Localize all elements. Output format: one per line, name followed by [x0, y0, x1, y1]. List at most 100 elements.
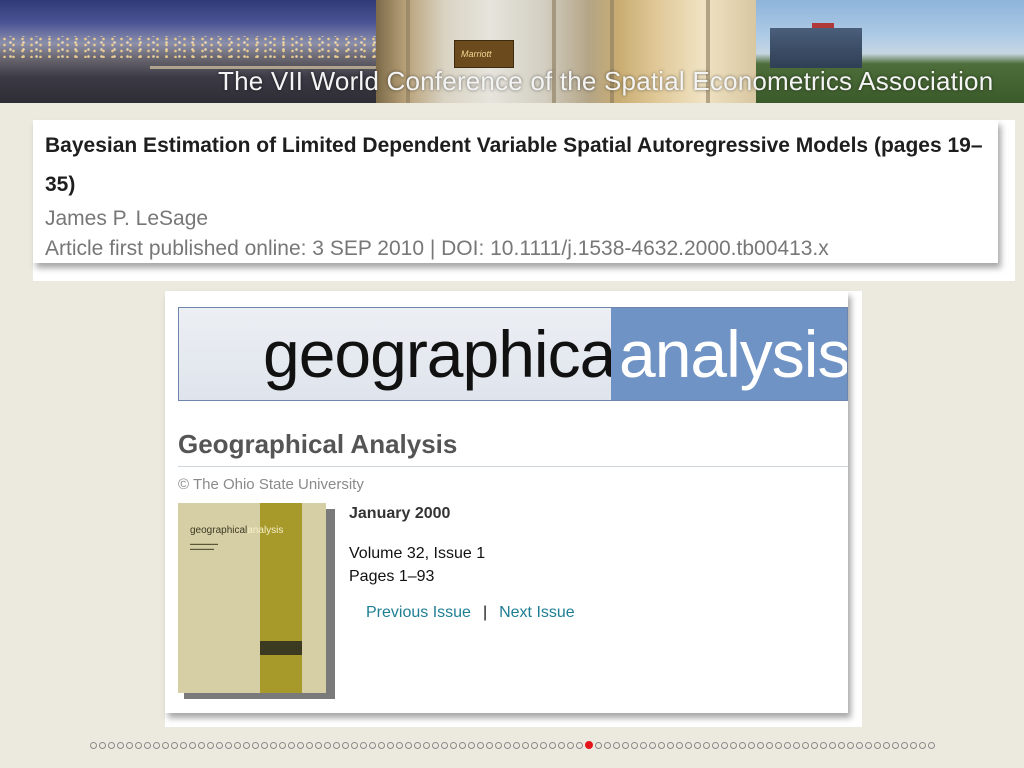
slide-dot[interactable] [431, 741, 439, 749]
slide-dot[interactable] [864, 741, 872, 749]
slide-dot[interactable] [909, 741, 917, 749]
slide-dot[interactable] [512, 741, 520, 749]
slide-dot[interactable] [197, 741, 205, 749]
slide-dot[interactable] [179, 741, 187, 749]
slide-dot[interactable] [720, 741, 728, 749]
slide-dot[interactable] [314, 741, 322, 749]
slide-dot[interactable] [792, 741, 800, 749]
slide-dot[interactable] [287, 741, 295, 749]
slide-dot[interactable] [630, 741, 638, 749]
slide-dot[interactable] [503, 741, 511, 749]
slide-dot[interactable] [251, 741, 259, 749]
slide-dot[interactable] [693, 741, 701, 749]
slide-dot[interactable] [269, 741, 277, 749]
slide-dot[interactable] [152, 741, 160, 749]
slide-dot[interactable] [657, 741, 665, 749]
slide-dot[interactable] [476, 741, 484, 749]
next-issue-link[interactable]: Next Issue [499, 604, 575, 621]
slide-dot[interactable] [242, 741, 250, 749]
slide-dot[interactable] [107, 741, 115, 749]
slide-dot[interactable] [98, 741, 106, 749]
slide-dot[interactable] [467, 741, 475, 749]
slide-dot[interactable] [530, 741, 538, 749]
slide-dot[interactable] [449, 741, 457, 749]
article-author[interactable]: James P. LeSage [45, 204, 998, 234]
slide-dot[interactable] [161, 741, 169, 749]
slide-dot[interactable] [395, 741, 403, 749]
slide-dot[interactable] [765, 741, 773, 749]
slide-dot[interactable] [575, 741, 583, 749]
cover-issue-label [260, 641, 302, 655]
slide-dot[interactable] [521, 741, 529, 749]
slide-dot[interactable] [738, 741, 746, 749]
slide-dot[interactable] [873, 741, 881, 749]
slide-dot[interactable] [143, 741, 151, 749]
slide-dot[interactable] [332, 741, 340, 749]
slide-dot[interactable] [134, 741, 142, 749]
slide-dot[interactable] [900, 741, 908, 749]
slide-dot[interactable] [359, 741, 367, 749]
slide-dot[interactable] [548, 741, 556, 749]
slide-dot[interactable] [188, 741, 196, 749]
slide-dot[interactable] [89, 741, 97, 749]
slide-dot[interactable] [539, 741, 547, 749]
slide-dot[interactable] [756, 741, 764, 749]
slide-dot-current[interactable] [584, 741, 593, 749]
slide-dot[interactable] [801, 741, 809, 749]
slide-dot[interactable] [711, 741, 719, 749]
slide-dot[interactable] [413, 741, 421, 749]
slide-dot[interactable] [206, 741, 214, 749]
slide-dot[interactable] [485, 741, 493, 749]
slide-dot[interactable] [377, 741, 385, 749]
slide-dot[interactable] [819, 741, 827, 749]
slide-dot[interactable] [783, 741, 791, 749]
slide-dot[interactable] [233, 741, 241, 749]
slide-dot[interactable] [260, 741, 268, 749]
slide-dot[interactable] [675, 741, 683, 749]
slide-dot[interactable] [747, 741, 755, 749]
slide-dot[interactable] [729, 741, 737, 749]
slide-dot[interactable] [422, 741, 430, 749]
slide-dot[interactable] [882, 741, 890, 749]
slide-dot[interactable] [846, 741, 854, 749]
slide-dot[interactable] [927, 741, 935, 749]
slide-dot[interactable] [350, 741, 358, 749]
slide-dot[interactable] [594, 741, 602, 749]
slide-dot[interactable] [810, 741, 818, 749]
slide-dot[interactable] [494, 741, 502, 749]
article-title[interactable]: Bayesian Estimation of Limited Dependent… [45, 126, 998, 204]
slide-dot[interactable] [855, 741, 863, 749]
slide-dot[interactable] [368, 741, 376, 749]
slide-dot[interactable] [323, 741, 331, 749]
slide-dot[interactable] [621, 741, 629, 749]
slide-dot[interactable] [612, 741, 620, 749]
slide-dot[interactable] [774, 741, 782, 749]
slide-dot[interactable] [296, 741, 304, 749]
slide-dot[interactable] [828, 741, 836, 749]
slide-dot[interactable] [125, 741, 133, 749]
journal-cover-image[interactable]: geographicalanalysis ▬▬▬▬▬▬▬ ▬▬▬▬▬▬ [178, 503, 326, 693]
slide-dot[interactable] [666, 741, 674, 749]
slide-dot[interactable] [566, 741, 574, 749]
slide-dot[interactable] [341, 741, 349, 749]
slide-dot[interactable] [702, 741, 710, 749]
slide-dot[interactable] [557, 741, 565, 749]
slide-dot[interactable] [684, 741, 692, 749]
slide-dot[interactable] [305, 741, 313, 749]
slide-dot[interactable] [278, 741, 286, 749]
slide-dot[interactable] [170, 741, 178, 749]
slide-dot[interactable] [458, 741, 466, 749]
slide-dot[interactable] [404, 741, 412, 749]
slide-dot[interactable] [224, 741, 232, 749]
slide-dot[interactable] [891, 741, 899, 749]
slide-dot[interactable] [116, 741, 124, 749]
slide-dot[interactable] [215, 741, 223, 749]
slide-dot[interactable] [639, 741, 647, 749]
slide-dot[interactable] [603, 741, 611, 749]
slide-dot[interactable] [648, 741, 656, 749]
slide-dot[interactable] [918, 741, 926, 749]
slide-dot[interactable] [440, 741, 448, 749]
slide-dot[interactable] [386, 741, 394, 749]
slide-dot[interactable] [837, 741, 845, 749]
previous-issue-link[interactable]: Previous Issue [366, 604, 471, 621]
